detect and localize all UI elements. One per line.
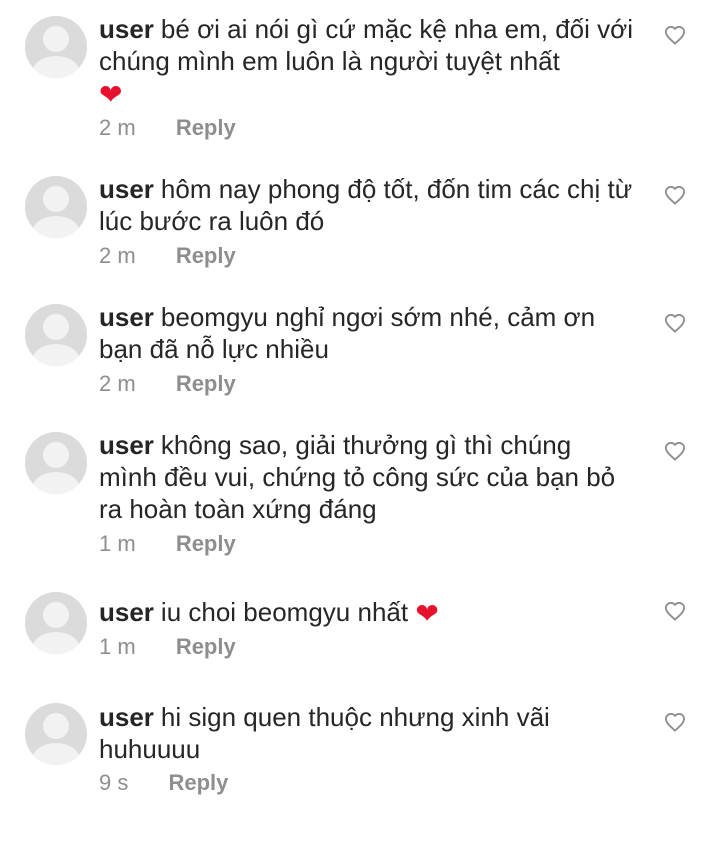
reply-button[interactable]: Reply — [176, 634, 236, 659]
avatar-body — [32, 56, 80, 78]
comment-text-block: user không sao, giải thưởng gì thì chúng … — [99, 429, 634, 525]
avatar-body — [32, 743, 80, 765]
comment-timestamp: 1 m — [99, 531, 136, 556]
comment-timestamp: 2 m — [99, 115, 136, 140]
like-heart-icon[interactable] — [664, 601, 686, 621]
comment-text: iu choi beomgyu nhất — [160, 597, 409, 627]
avatar-head — [43, 314, 69, 340]
comment-meta: 1 m Reply — [99, 635, 236, 659]
avatar-body — [32, 472, 80, 494]
comment-timestamp: 9 s — [99, 770, 129, 795]
comment-timestamp: 1 m — [99, 634, 136, 659]
avatar[interactable] — [25, 176, 87, 238]
comment-meta: 2 m Reply — [99, 244, 236, 268]
comment-timestamp: 2 m — [99, 371, 136, 396]
like-heart-icon[interactable] — [664, 313, 686, 333]
comment-timestamp: 2 m — [99, 243, 136, 268]
comment-text: hôm nay phong độ tốt, đốn tim các chị từ… — [99, 174, 633, 236]
comment-username[interactable]: user — [99, 430, 154, 460]
comment-meta: 1 m Reply — [99, 532, 236, 556]
like-heart-icon[interactable] — [664, 185, 686, 205]
comment-username[interactable]: user — [99, 174, 154, 204]
comment-text: hi sign quen thuộc nhưng xinh vãi huhuuu… — [99, 702, 550, 764]
avatar[interactable] — [25, 16, 87, 78]
avatar[interactable] — [25, 432, 87, 494]
comment-text-block: user beomgyu nghỉ ngơi sớm nhé, cảm ơn bạ… — [99, 301, 634, 365]
comment-text-block: user hôm nay phong độ tốt, đốn tim các ch… — [99, 173, 634, 237]
comment-username[interactable]: user — [99, 14, 154, 44]
reply-button[interactable]: Reply — [176, 371, 236, 396]
comment-text: bé ơi ai nói gì cứ mặc kệ nha em, đối vớ… — [99, 14, 633, 76]
comment-meta: 9 s Reply — [99, 771, 228, 795]
avatar-head — [43, 442, 69, 468]
like-heart-icon[interactable] — [664, 25, 686, 45]
avatar-body — [32, 632, 80, 654]
comment-text-block: user iu choi beomgyu nhất ❤ — [99, 596, 634, 628]
comment-text-block: user hi sign quen thuộc nhưng xinh vãi hu… — [99, 701, 634, 765]
avatar[interactable] — [25, 703, 87, 765]
reply-button[interactable]: Reply — [176, 243, 236, 268]
avatar-head — [43, 26, 69, 52]
reply-button[interactable]: Reply — [176, 115, 236, 140]
comment-text: không sao, giải thưởng gì thì chúng mình… — [99, 430, 616, 524]
comment-text: beomgyu nghỉ ngơi sớm nhé, cảm ơn bạn đã… — [99, 302, 596, 364]
avatar[interactable] — [25, 304, 87, 366]
comment-meta: 2 m Reply — [99, 372, 236, 396]
comment-username[interactable]: user — [99, 597, 154, 627]
red-heart-emoji-icon: ❤ — [99, 78, 123, 111]
comment-username[interactable]: user — [99, 302, 154, 332]
like-heart-icon[interactable] — [664, 441, 686, 461]
like-heart-icon[interactable] — [664, 712, 686, 732]
reply-button[interactable]: Reply — [176, 531, 236, 556]
avatar-head — [43, 713, 69, 739]
comment-meta: 2 m Reply — [99, 116, 236, 140]
avatar-body — [32, 344, 80, 366]
comment-text-block: user bé ơi ai nói gì cứ mặc kệ nha em, đố… — [99, 13, 634, 109]
avatar-head — [43, 602, 69, 628]
avatar[interactable] — [25, 592, 87, 654]
avatar-body — [32, 216, 80, 238]
reply-button[interactable]: Reply — [168, 770, 228, 795]
avatar-head — [43, 186, 69, 212]
red-heart-emoji-icon: ❤ — [415, 597, 439, 630]
comment-username[interactable]: user — [99, 702, 154, 732]
